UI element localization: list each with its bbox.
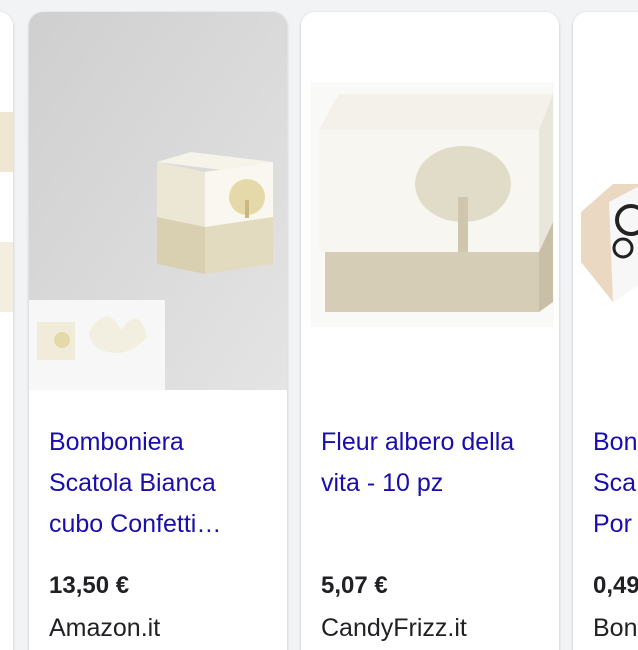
product-card[interactable]: Fleur albero della vita - 10 pz 5,07 € C… xyxy=(301,12,559,650)
product-price: 5,07 € xyxy=(321,572,388,599)
product-image[interactable] xyxy=(573,12,638,390)
product-image[interactable] xyxy=(301,12,559,390)
product-price: 0,49 xyxy=(593,572,638,599)
title-line: Sca xyxy=(593,469,637,497)
product-image[interactable] xyxy=(29,12,287,390)
title-line: Bomboniera xyxy=(49,428,184,456)
product-price: 13,50 € xyxy=(49,572,130,599)
product-card-partial-left[interactable] xyxy=(0,12,13,650)
product-image[interactable] xyxy=(0,12,13,390)
product-title-link[interactable]: Bon Sca Por xyxy=(593,422,638,545)
product-card[interactable]: Bomboniera Scatola Bianca cubo Confetti…… xyxy=(29,12,287,650)
product-seller: CandyFrizz.it xyxy=(321,614,467,642)
product-title-link[interactable]: Bomboniera Scatola Bianca cubo Confetti… xyxy=(49,422,261,545)
title-line: Scatola Bianca xyxy=(49,469,216,497)
product-seller: Bon xyxy=(593,614,638,642)
title-line: vita - 10 pz xyxy=(321,469,444,497)
product-seller: Amazon.it xyxy=(49,614,161,642)
product-card-partial-right[interactable]: Bon Sca Por 0,49 Bon xyxy=(573,12,638,650)
product-carousel: Bomboniera Scatola Bianca cubo Confetti…… xyxy=(0,0,638,650)
title-line: Por xyxy=(593,510,632,538)
product-title-link[interactable]: Fleur albero della vita - 10 pz xyxy=(321,422,533,504)
title-line: cubo Confetti… xyxy=(49,510,222,538)
title-line: Bon xyxy=(593,428,638,456)
title-line: Fleur albero della xyxy=(321,428,515,456)
